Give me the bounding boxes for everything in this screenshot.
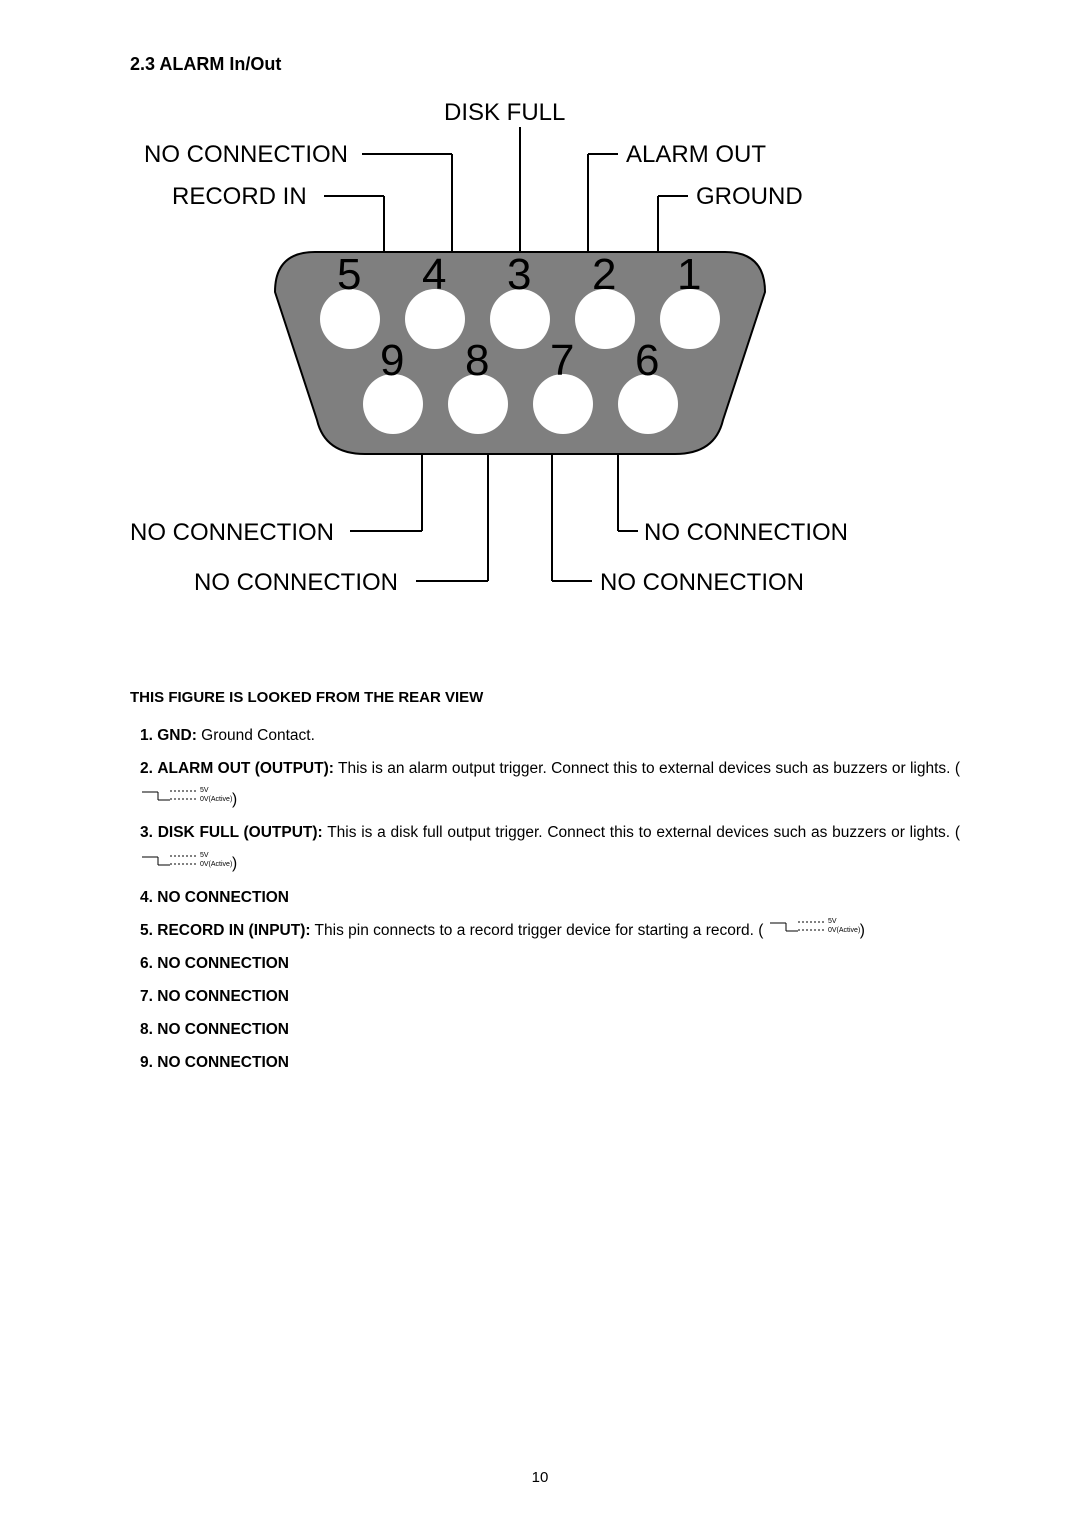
- pin-number-7: 7: [550, 336, 574, 386]
- pin-desc-5: 5. RECORD IN (INPUT): This pin connects …: [140, 915, 960, 946]
- pin-desc-6: 6. NO CONNECTION: [140, 948, 960, 979]
- pin-number-4: 4: [422, 250, 446, 300]
- pin-desc-2: 2. ALARM OUT (OUTPUT): This is an alarm …: [140, 753, 960, 815]
- svg-text:0V(Active): 0V(Active): [200, 796, 232, 803]
- signal-waveform-icon: 5V 0V(Active): [140, 849, 232, 880]
- pin-number-9: 9: [380, 336, 404, 386]
- pin-number-3: 3: [507, 250, 531, 300]
- page-number: 10: [0, 1469, 1080, 1486]
- signal-waveform-icon: 5V 0V(Active): [140, 784, 232, 815]
- pin-desc-1: 1. GND: Ground Contact.: [140, 720, 960, 751]
- svg-text:5V: 5V: [200, 852, 209, 859]
- pin-desc-8: 8. NO CONNECTION: [140, 1014, 960, 1045]
- alarm-connector-diagram: DISK FULL NO CONNECTION RECORD IN ALARM …: [130, 99, 930, 619]
- figure-caption: THIS FIGURE IS LOOKED FROM THE REAR VIEW: [130, 689, 960, 706]
- svg-text:5V: 5V: [828, 918, 837, 925]
- pin-number-1: 1: [677, 250, 701, 300]
- pin-desc-7: 7. NO CONNECTION: [140, 981, 960, 1012]
- pin-number-2: 2: [592, 250, 616, 300]
- pin-description-list: 1. GND: Ground Contact. 2. ALARM OUT (OU…: [140, 720, 960, 1078]
- pin-number-8: 8: [465, 336, 489, 386]
- page: 2.3 ALARM In/Out DISK FULL NO CONNECTION…: [0, 0, 1080, 1528]
- section-title: 2.3 ALARM In/Out: [130, 54, 960, 75]
- pin-desc-4: 4. NO CONNECTION: [140, 882, 960, 913]
- pin-desc-9: 9. NO CONNECTION: [140, 1047, 960, 1078]
- svg-text:0V(Active): 0V(Active): [200, 861, 232, 868]
- pin-number-5: 5: [337, 250, 361, 300]
- svg-text:5V: 5V: [200, 787, 209, 794]
- pin-number-6: 6: [635, 336, 659, 386]
- pin-desc-3: 3. DISK FULL (OUTPUT): This is a disk fu…: [140, 817, 960, 879]
- signal-waveform-icon: 5V 0V(Active): [768, 915, 860, 946]
- svg-text:0V(Active): 0V(Active): [828, 927, 860, 934]
